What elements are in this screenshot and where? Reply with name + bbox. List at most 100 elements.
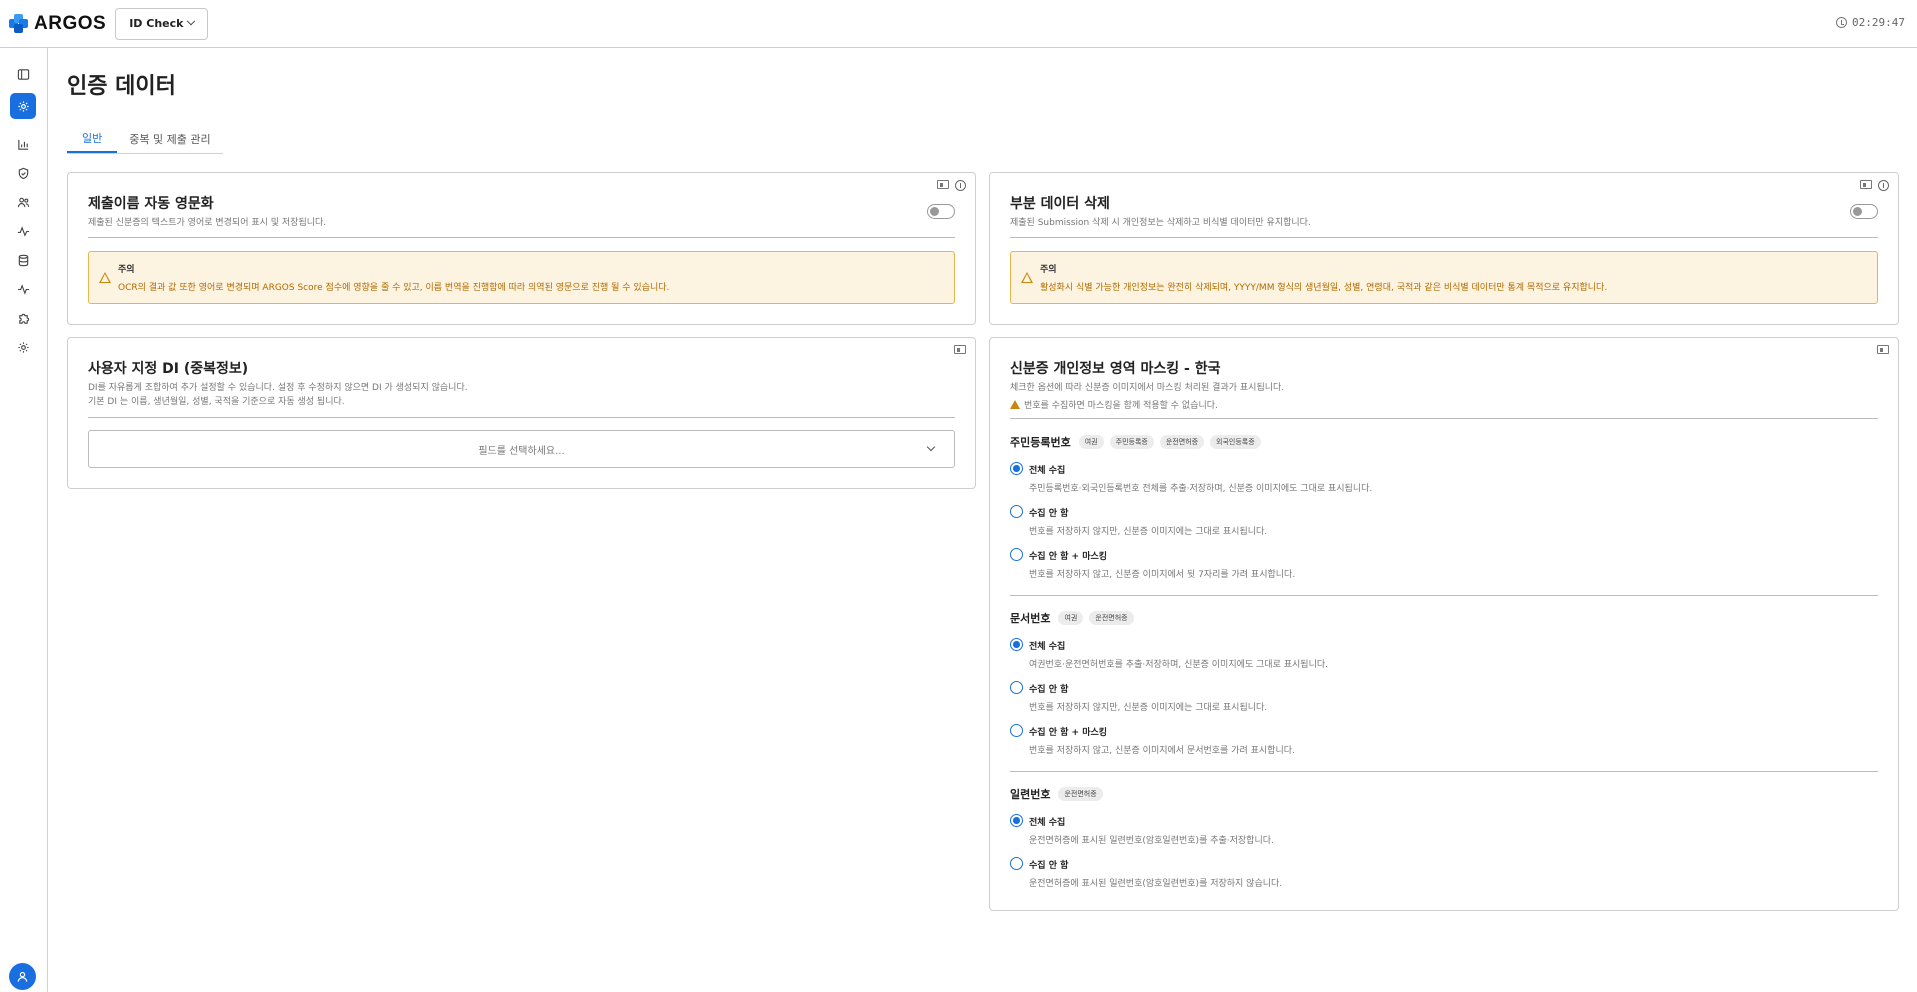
info-icon[interactable] xyxy=(955,180,966,191)
chevron-down-icon xyxy=(187,16,196,25)
info-icon[interactable] xyxy=(1878,180,1889,191)
sidebar-item-system-settings[interactable] xyxy=(10,334,36,360)
warning-icon xyxy=(99,272,111,283)
select-placeholder: 필드를 선택하세요... xyxy=(478,445,565,457)
settings-icon xyxy=(17,100,29,112)
brand-logo[interactable]: ARGOS xyxy=(9,13,106,35)
argos-logo-icon xyxy=(9,13,29,34)
sidebar-item-analytics[interactable] xyxy=(10,131,36,157)
section-title: 주민등록번호 xyxy=(1010,436,1071,449)
doc-type-chip: 여권 xyxy=(1078,435,1104,449)
card-title: 제출이름 자동 영문화 xyxy=(88,196,214,212)
database-icon xyxy=(18,254,28,266)
card-id-masking: 신분증 개인정보 영역 마스킹 - 한국 체크한 옵션에 따라 신분증 이미지에… xyxy=(989,337,1899,911)
section-serial-number: 일련번호 운전면허증 xyxy=(1010,786,1103,802)
radio-button[interactable] xyxy=(1010,857,1023,870)
di-field-select[interactable]: 필드를 선택하세요... xyxy=(88,430,955,468)
clock-time: 02:29:47 xyxy=(1852,16,1905,29)
card-partial-data-deletion: 부분 데이터 삭제 제출된 Submission 삭제 시 개인정보는 삭제하고… xyxy=(989,172,1899,325)
card-title: 사용자 지정 DI (중복정보) xyxy=(88,361,249,377)
radio-button[interactable] xyxy=(1010,505,1023,518)
session-clock: 02:29:47 xyxy=(1836,16,1905,29)
warning-title: 주의 xyxy=(1040,265,1057,275)
shield-check-icon xyxy=(18,167,28,179)
puzzle-icon xyxy=(18,313,29,324)
card-name-transliteration: 제출이름 자동 영문화 제출된 신분증의 텍스트가 영어로 변경되어 표시 및 … xyxy=(67,172,976,325)
radio-button[interactable] xyxy=(1010,462,1023,475)
radio-description: 번호를 저장하지 않고, 신분증 이미지에서 뒷 7자리를 가려 표시합니다. xyxy=(1029,570,1296,580)
doc-type-chip: 운전면허증 xyxy=(1058,787,1103,801)
section-document-number: 문서번호 여권 운전면허증 xyxy=(1010,610,1134,626)
user-avatar[interactable] xyxy=(9,963,36,990)
pulse-icon xyxy=(17,283,29,295)
radio-label: 전체 수집 xyxy=(1029,642,1066,652)
card-description: 제출된 신분증의 텍스트가 영어로 변경되어 표시 및 저장됩니다. xyxy=(88,218,327,228)
transliteration-toggle[interactable] xyxy=(927,204,955,219)
id-card-icon xyxy=(937,180,949,189)
warning-box: 주의 활성화시 식별 가능한 개인정보는 완전히 삭제되며, YYYY/MM 형… xyxy=(1010,251,1878,304)
radio-description: 운전면허증에 표시된 일련번호(암호일련번호)를 추출·저장합니다. xyxy=(1029,836,1274,846)
doc-type-chip: 외국인등록증 xyxy=(1210,435,1261,449)
radio-description: 번호를 저장하지 않고, 신분증 이미지에서 문서번호를 가려 표시합니다. xyxy=(1029,746,1295,756)
tab-duplicate-submission[interactable]: 중복 및 제출 관리 xyxy=(117,125,222,153)
radio-label: 수집 안 함 xyxy=(1029,861,1069,871)
card-description: DI를 자유롭게 조합하여 추가 설정할 수 있습니다. 설정 후 수정하지 않… xyxy=(88,383,468,393)
id-card-icon xyxy=(954,345,966,354)
radio-label: 수집 안 함 + 마스킹 xyxy=(1029,552,1108,562)
warning-text: 활성화시 식별 가능한 개인정보는 완전히 삭제되며, YYYY/MM 형식의 … xyxy=(1040,283,1608,293)
warning-text: OCR의 결과 값 또한 영어로 변경되며 ARGOS Score 점수에 영향… xyxy=(118,283,670,293)
sidebar-item-integrations[interactable] xyxy=(10,305,36,331)
gear-icon xyxy=(17,341,29,353)
radio-label: 수집 안 함 xyxy=(1029,509,1069,519)
id-card-icon xyxy=(1877,345,1889,354)
radio-button[interactable] xyxy=(1010,548,1023,561)
doc-type-chip: 주민등록증 xyxy=(1109,435,1154,449)
activity-icon xyxy=(17,225,29,237)
warning-title: 주의 xyxy=(118,265,135,275)
sidebar-item-activity[interactable] xyxy=(10,218,36,244)
card-description: 제출된 Submission 삭제 시 개인정보는 삭제하고 비식별 데이터만 … xyxy=(1010,218,1311,228)
sidebar xyxy=(0,48,48,992)
masking-warning: 번호를 수집하면 마스킹을 함께 적용할 수 없습니다. xyxy=(1010,398,1218,411)
warning-icon xyxy=(1021,272,1033,283)
product-selector[interactable]: ID Check xyxy=(115,7,209,40)
partial-deletion-toggle[interactable] xyxy=(1850,204,1878,219)
sidebar-toggle[interactable] xyxy=(10,61,36,87)
sidebar-item-monitoring[interactable] xyxy=(10,276,36,302)
warning-icon xyxy=(1010,400,1020,409)
radio-label: 전체 수집 xyxy=(1029,466,1066,476)
masking-warning-text: 번호를 수집하면 마스킹을 함께 적용할 수 없습니다. xyxy=(1024,401,1218,411)
section-title: 문서번호 xyxy=(1010,612,1051,625)
radio-label: 전체 수집 xyxy=(1029,818,1066,828)
doc-type-chip: 여권 xyxy=(1058,611,1084,625)
tab-general[interactable]: 일반 xyxy=(67,125,118,153)
card-custom-di: 사용자 지정 DI (중복정보) DI를 자유롭게 조합하여 추가 설정할 수 … xyxy=(67,337,976,489)
card-description-secondary: 기본 DI 는 이름, 생년월일, 성별, 국적을 기준으로 자동 생성 됩니다… xyxy=(88,397,345,407)
id-card-icon xyxy=(1860,180,1872,189)
radio-button[interactable] xyxy=(1010,814,1023,827)
warning-box: 주의 OCR의 결과 값 또한 영어로 변경되며 ARGOS Score 점수에… xyxy=(88,251,955,304)
top-bar: ARGOS ID Check 02:29:47 xyxy=(0,0,1917,48)
radio-button[interactable] xyxy=(1010,724,1023,737)
product-selector-label: ID Check xyxy=(129,17,184,30)
sidebar-item-security[interactable] xyxy=(10,160,36,186)
sidebar-item-database[interactable] xyxy=(10,247,36,273)
card-description: 체크한 옵션에 따라 신분증 이미지에서 마스킹 처리된 결과가 표시됩니다. xyxy=(1010,383,1285,393)
radio-description: 여권번호·운전면허번호를 추출·저장하며, 신분증 이미지에도 그대로 표시됩니… xyxy=(1029,660,1328,670)
panel-toggle-icon xyxy=(17,68,29,80)
section-title: 일련번호 xyxy=(1010,788,1051,801)
chevron-down-icon xyxy=(926,442,936,452)
radio-button[interactable] xyxy=(1010,638,1023,651)
doc-type-chip: 운전면허증 xyxy=(1089,611,1134,625)
users-icon xyxy=(17,197,29,207)
sidebar-item-settings[interactable] xyxy=(10,93,36,119)
section-resident-number: 주민등록번호 여권 주민등록증 운전면허증 외국인등록증 xyxy=(1010,434,1261,450)
brand-name: ARGOS xyxy=(34,12,107,34)
doc-type-chip: 운전면허증 xyxy=(1159,435,1205,449)
user-icon xyxy=(17,971,28,982)
card-title: 신분증 개인정보 영역 마스킹 - 한국 xyxy=(1010,361,1221,377)
sidebar-item-users[interactable] xyxy=(10,189,36,215)
radio-description: 번호를 저장하지 않지만, 신분증 이미지에는 그대로 표시됩니다. xyxy=(1029,527,1268,537)
radio-label: 수집 안 함 xyxy=(1029,685,1069,695)
radio-button[interactable] xyxy=(1010,681,1023,694)
